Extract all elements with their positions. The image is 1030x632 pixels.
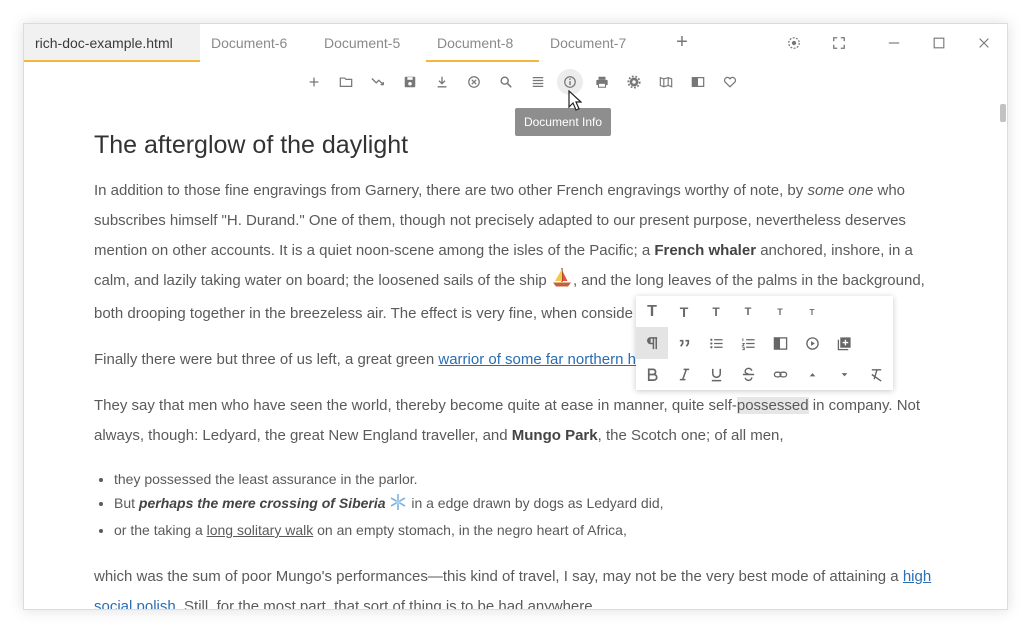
tab-rich-doc-example[interactable]: rich-doc-example.html: [24, 24, 200, 62]
heading-3-button[interactable]: T: [700, 296, 732, 328]
bullet-list-icon[interactable]: [700, 327, 732, 359]
maximize-icon[interactable]: [928, 32, 950, 54]
list-item[interactable]: they possessed the least assurance in th…: [114, 467, 939, 491]
new-tab-plus-icon[interactable]: +: [672, 32, 692, 52]
close-icon[interactable]: [973, 32, 995, 54]
heading-4-button[interactable]: T: [732, 296, 764, 328]
mouse-cursor-icon: [568, 89, 583, 117]
save-icon[interactable]: [394, 69, 426, 95]
text: , the Scotch one; of all men,: [597, 427, 784, 444]
new-document-plus-icon[interactable]: [298, 69, 330, 95]
scrollbar-thumb[interactable]: [1000, 104, 1006, 122]
list-item[interactable]: But perhaps the mere crossing of Siberia…: [114, 491, 939, 518]
underline-icon[interactable]: [700, 358, 732, 390]
bold-icon[interactable]: [636, 358, 668, 390]
heading-2-button[interactable]: T: [668, 296, 700, 328]
paragraph-icon[interactable]: [636, 327, 668, 359]
text: , that sort of thing is to be had anywhe…: [325, 598, 597, 610]
text: on an empty stomach, in the negro heart …: [313, 522, 627, 538]
highlighted-text: possessed: [736, 397, 809, 414]
list-item[interactable]: or the taking a long solitary walk on an…: [114, 518, 939, 542]
numbered-list-icon[interactable]: [732, 327, 764, 359]
quote-icon[interactable]: [668, 327, 700, 359]
tab-document-7[interactable]: Document-7: [539, 24, 652, 62]
text: In addition to those fine engravings fro…: [94, 182, 808, 199]
image-block-icon[interactable]: [764, 327, 796, 359]
bold-italic-text: perhaps the mere crossing of Siberia: [138, 495, 386, 511]
link-icon[interactable]: [764, 358, 796, 390]
bullet-list: they possessed the least assurance in th…: [94, 467, 939, 542]
print-icon[interactable]: [586, 69, 618, 95]
settings-icon[interactable]: [783, 32, 805, 54]
editor-window: rich-doc-example.html Document-6 Documen…: [23, 23, 1008, 610]
link-warrior[interactable]: warrior of some far northern ho: [438, 351, 644, 368]
document-title[interactable]: The afterglow of the daylight: [94, 122, 939, 168]
inline-row: [636, 358, 892, 390]
underlined-text: for the most part: [216, 598, 326, 610]
text: in a edge drawn by dogs as Ledyard did,: [407, 495, 664, 511]
map-icon[interactable]: [650, 69, 682, 95]
video-icon[interactable]: [796, 327, 828, 359]
clear-format-icon[interactable]: [860, 358, 892, 390]
format-toolbar: T T T T T T: [636, 296, 893, 390]
bold-text: Mungo Park: [511, 427, 598, 444]
folder-icon[interactable]: [330, 69, 362, 95]
snowflake-icon: [389, 493, 407, 518]
search-icon[interactable]: [490, 69, 522, 95]
heading-1-button[interactable]: T: [636, 296, 668, 328]
route-icon[interactable]: [362, 69, 394, 95]
sailboat-icon: [551, 266, 573, 299]
heading-5-button[interactable]: T: [764, 296, 796, 328]
tab-bar: rich-doc-example.html Document-6 Documen…: [24, 24, 1007, 62]
underlined-text: long solitary walk: [206, 522, 314, 538]
chevron-down-icon[interactable]: [828, 358, 860, 390]
heading-row: T T T T T T: [636, 296, 828, 328]
tab-document-8[interactable]: Document-8: [426, 24, 539, 62]
text: They say that men who have seen the worl…: [94, 397, 737, 414]
emphasis-text: some one: [807, 182, 874, 199]
text: Finally there were but three of us left,…: [94, 351, 439, 368]
strikethrough-icon[interactable]: [732, 358, 764, 390]
book-icon[interactable]: [682, 69, 714, 95]
menu-icon[interactable]: [522, 69, 554, 95]
insert-block-icon[interactable]: [828, 327, 860, 359]
text: But: [114, 495, 139, 511]
paragraph-4[interactable]: which was the sum of poor Mungo's perfor…: [94, 562, 939, 610]
block-row: [636, 327, 860, 359]
fullscreen-icon[interactable]: [828, 32, 850, 54]
heart-icon[interactable]: [714, 69, 746, 95]
chevron-up-icon[interactable]: [796, 358, 828, 390]
text: . Still,: [175, 598, 217, 610]
main-toolbar: [298, 69, 746, 95]
minimize-icon[interactable]: [883, 32, 905, 54]
bold-text: French whaler: [654, 242, 757, 259]
download-icon[interactable]: [426, 69, 458, 95]
text: which was the sum of poor Mungo's perfor…: [94, 568, 903, 585]
paragraph-3[interactable]: They say that men who have seen the worl…: [94, 391, 939, 451]
italic-icon[interactable]: [668, 358, 700, 390]
tab-document-6[interactable]: Document-6: [200, 24, 313, 62]
text: or the taking a: [114, 522, 207, 538]
text: they possessed the least assurance in th…: [114, 471, 418, 487]
heading-6-button[interactable]: T: [796, 296, 828, 328]
close-circle-icon[interactable]: [458, 69, 490, 95]
tab-document-5[interactable]: Document-5: [313, 24, 426, 62]
gear-icon[interactable]: [618, 69, 650, 95]
